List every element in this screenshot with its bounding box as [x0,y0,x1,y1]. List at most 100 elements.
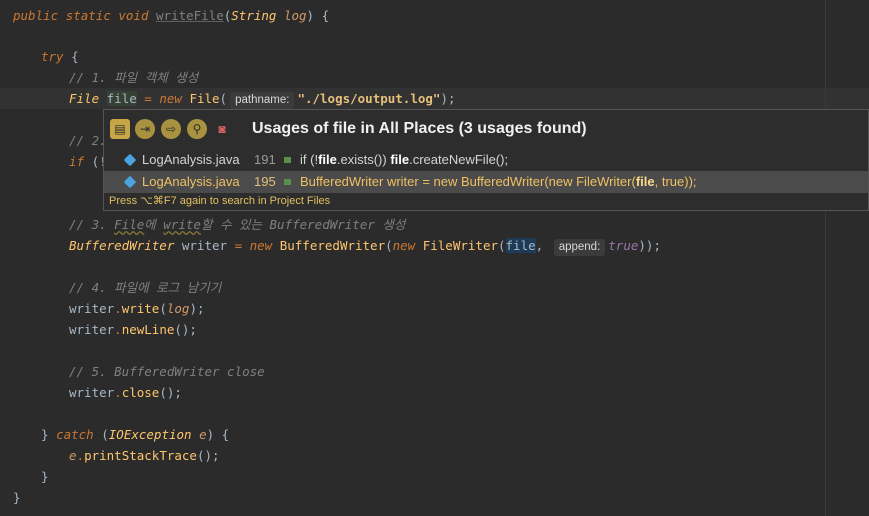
class-bufferedwriter[interactable]: BufferedWriter [280,238,385,253]
copy-results-icon[interactable]: ▤ [110,119,130,139]
usage-file-name: LogAnalysis.java [142,174,240,189]
dot: . [76,448,85,463]
exception-var[interactable]: e [69,448,77,463]
variable-file-highlighted[interactable]: file [106,91,137,106]
comment-1: // 1. 파일 객체 생성 [69,70,199,85]
popup-footer-hint: Press ⌥⌘F7 again to search in Project Fi… [109,195,331,207]
variable-writer[interactable]: writer [69,301,114,316]
usage-code-snippet: BufferedWriter writer = new BufferedWrit… [300,171,697,193]
dot: . [114,301,122,316]
usage-file-name: LogAnalysis.java [142,152,240,167]
comma: , [535,238,544,253]
brace: ) { [206,427,230,442]
method-close[interactable]: close [122,385,160,400]
popup-title: Usages of file in All Places (3 usages f… [252,120,587,137]
assign-op: = [136,91,160,106]
brace: { [63,49,79,64]
java-file-icon [123,175,137,189]
snippet-part: , true)); [654,174,697,189]
comment-part: 할 수 있는 BufferedWriter 생성 [200,217,406,232]
comment-part: 에 [144,217,164,232]
param-type[interactable]: String [231,8,276,23]
brace: } [41,427,57,442]
usage-row-selected[interactable]: LogAnalysis.java 195 BufferedWriter writ… [104,171,868,193]
comment-typo-word: write [163,217,201,232]
param-hint-pathname: pathname: [230,92,295,109]
snippet-part: .exists()) [336,152,391,167]
variable-writer[interactable]: writer [69,322,114,337]
class-file[interactable]: File [189,91,219,106]
code-line-try[interactable]: try { [41,46,79,67]
param-name[interactable]: log [284,8,307,23]
stmt-end: ); [189,301,205,316]
method-printstacktrace[interactable]: printStackTrace [84,448,197,463]
keyword-new: new [249,238,273,253]
keyword-new: new [392,238,416,253]
method-write[interactable]: write [122,301,160,316]
snippet-match: file [318,152,337,167]
variable-file-usage-highlighted[interactable]: file [505,238,536,253]
stmt-end: ); [440,91,456,106]
usage-row[interactable]: LogAnalysis.java 191 if (!file.exists())… [104,149,868,171]
paren: ( [219,91,228,106]
type-bufferedwriter[interactable]: BufferedWriter [69,238,174,253]
right-margin-guide [825,0,826,516]
code-line-newline[interactable]: writer.newLine(); [69,319,197,340]
assign-op: = [227,238,250,253]
comment-3: // 3. File에 write할 수 있는 BufferedWriter 생… [69,214,405,235]
filter-icon[interactable]: ⚲ [187,119,207,139]
find-usages-popup[interactable]: ▤ ⇥ ⇨ ⚲ ◙ Usages of file in All Places (… [103,109,869,211]
keyword-new: new [159,91,182,106]
java-file-icon [123,153,137,167]
code-line-method-signature[interactable]: public static void writeFile(String log)… [13,5,329,26]
group-by-icon[interactable]: ⇥ [135,119,155,139]
code-line-if-partial[interactable]: if (! [69,151,107,172]
stmt-end: (); [174,322,197,337]
method-newline[interactable]: newLine [122,322,175,337]
code-editor[interactable]: public static void writeFile(String log)… [0,0,869,516]
comment-typo-word: File [114,217,145,232]
closing-brace-catch: } [41,469,49,484]
read-access-icon [284,179,291,185]
method-name[interactable]: writeFile [156,8,224,23]
class-filewriter[interactable]: FileWriter [423,238,498,253]
keyword-if: if [69,154,85,169]
snippet-part: .createNewFile(); [409,152,509,167]
keyword-static: static [65,8,111,23]
stmt-end: (); [196,448,220,463]
type-file[interactable]: File [69,91,99,106]
snippet-part: BufferedWriter writer = new BufferedWrit… [300,174,636,189]
variable-writer[interactable]: writer [174,238,227,253]
comment-4: // 4. 파일에 로그 남기기 [69,280,222,295]
param-hint-append: append: [553,239,606,256]
usage-code-snippet: if (!file.exists()) file.createNewFile()… [300,149,508,171]
signature-end: ) { [306,8,330,23]
code-line-close[interactable]: writer.close(); [69,382,182,403]
comment-5: // 5. BufferedWriter close [69,364,265,379]
merge-usages-icon[interactable]: ⇨ [161,119,181,139]
param-log[interactable]: log [167,301,190,316]
keyword-void: void [118,8,149,23]
snippet-match: file [635,174,655,189]
type-ioexception[interactable]: IOException [109,427,192,442]
keyword-public: public [13,8,59,23]
code-line-writer-decl[interactable]: BufferedWriter writer = new BufferedWrit… [69,235,661,256]
usage-line-number: 191 [254,152,276,167]
closing-brace-method: } [13,490,21,505]
string-literal-path[interactable]: "./logs/output.log" [297,91,440,106]
paren: ( [385,238,393,253]
exception-var[interactable]: e [199,427,207,442]
code-line-printstacktrace[interactable]: e.printStackTrace(); [69,445,220,466]
code-line-file-decl[interactable]: File file = new File(pathname: "./logs/ou… [69,88,456,109]
dot: . [114,385,122,400]
boolean-true[interactable]: true [608,238,638,253]
code-line-write[interactable]: writer.write(log); [69,298,205,319]
pin-icon[interactable]: ◙ [215,122,229,136]
stmt-end: )); [638,238,661,253]
popup-header: ▤ ⇥ ⇨ ⚲ ◙ Usages of file in All Places (… [104,110,868,148]
code-line-catch[interactable]: } catch (IOException e) { [41,424,229,445]
variable-writer[interactable]: writer [69,385,114,400]
read-access-icon [284,157,291,163]
keyword-catch: catch [56,427,94,442]
paren: ( [498,238,506,253]
